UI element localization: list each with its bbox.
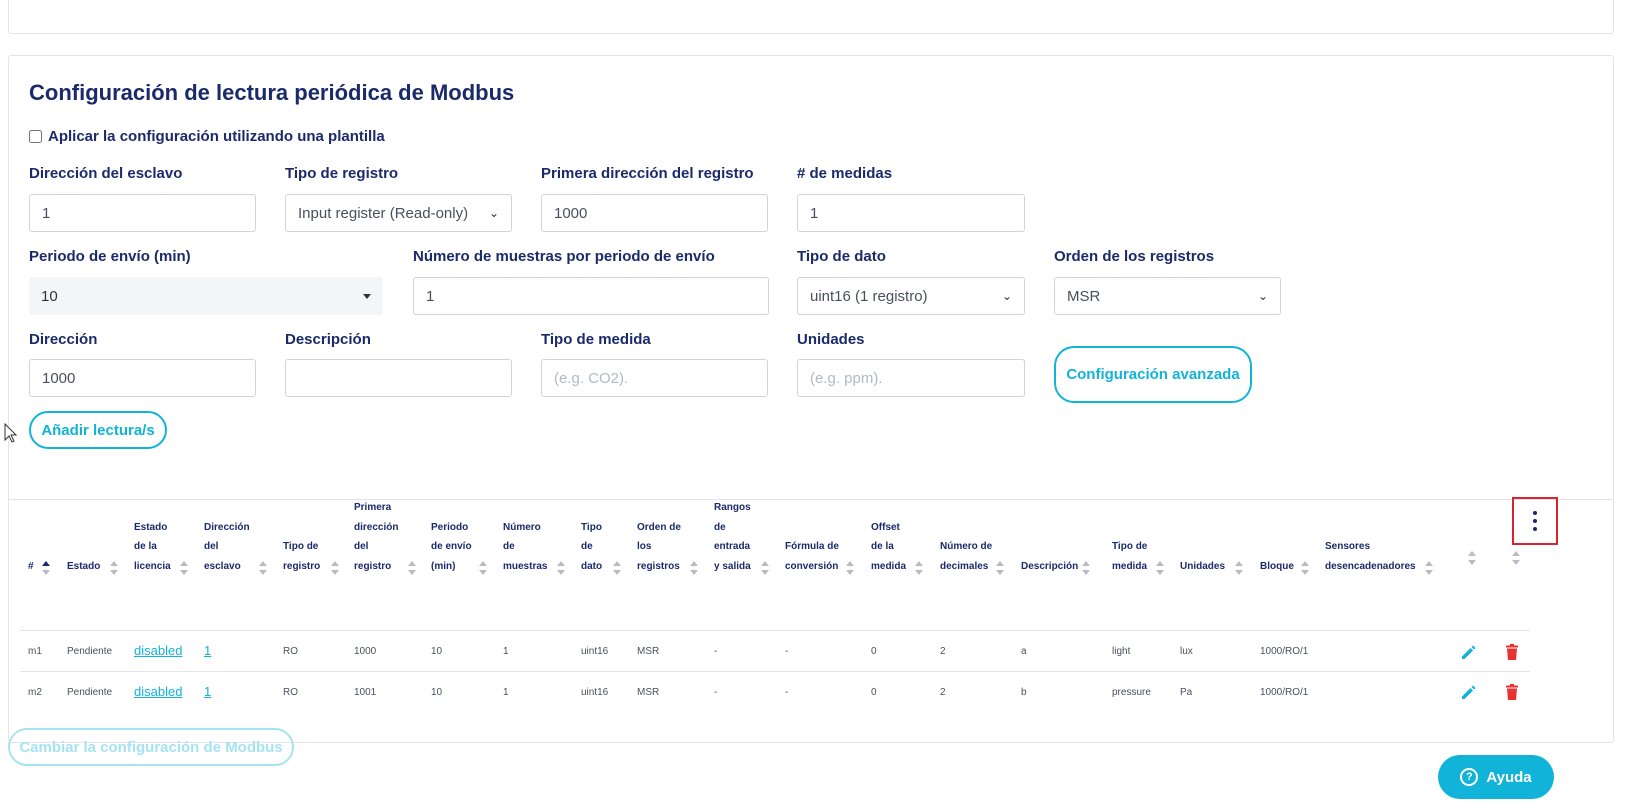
data-type-label: Tipo de dato bbox=[797, 248, 886, 265]
chevron-down-icon: ⌄ bbox=[1257, 289, 1268, 303]
page-title: Configuración de lectura periódica de Mo… bbox=[29, 80, 515, 105]
caret-down-icon bbox=[363, 293, 371, 299]
help-icon: ? bbox=[1460, 768, 1479, 786]
first-register-label: Primera dirección del registro bbox=[541, 165, 754, 182]
license-link[interactable]: disabled bbox=[134, 643, 182, 658]
register-order-value: MSR bbox=[1067, 287, 1101, 305]
add-reading-button[interactable]: Añadir lectura/s bbox=[29, 411, 167, 449]
units-input[interactable] bbox=[797, 359, 1025, 397]
help-button[interactable]: ? Ayuda bbox=[1438, 755, 1554, 799]
template-checkbox[interactable] bbox=[29, 130, 42, 143]
chevron-down-icon: ⌄ bbox=[1001, 289, 1012, 303]
register-type-value: Input register (Read-only) bbox=[298, 204, 469, 222]
description-label: Descripción bbox=[285, 331, 371, 348]
slave-link[interactable]: 1 bbox=[204, 643, 211, 658]
send-period-select[interactable]: 10 bbox=[29, 277, 383, 315]
first-register-input[interactable] bbox=[541, 194, 768, 232]
description-input[interactable] bbox=[285, 359, 512, 397]
register-type-label: Tipo de registro bbox=[285, 165, 399, 182]
num-measures-input[interactable] bbox=[797, 194, 1025, 232]
measure-type-label: Tipo de medida bbox=[541, 331, 651, 348]
register-order-label: Orden de los registros bbox=[1054, 248, 1215, 265]
samples-label: Número de muestras por periodo de envío bbox=[413, 248, 715, 265]
num-measures-label: # de medidas bbox=[797, 165, 893, 182]
help-label: Ayuda bbox=[1486, 768, 1532, 786]
send-period-label: Periodo de envío (min) bbox=[29, 248, 191, 265]
data-type-select[interactable]: uint16 (1 registro) ⌄ bbox=[797, 277, 1025, 315]
slave-address-input[interactable] bbox=[29, 194, 256, 232]
license-link[interactable]: disabled bbox=[134, 684, 182, 699]
change-config-button[interactable]: Cambiar la configuración de Modbus bbox=[8, 728, 294, 766]
template-option[interactable]: Aplicar la configuración utilizando una … bbox=[29, 128, 385, 145]
previous-card bbox=[8, 0, 1614, 34]
trash-icon[interactable] bbox=[1503, 643, 1521, 661]
address-label: Dirección bbox=[29, 331, 98, 348]
register-order-select[interactable]: MSR ⌄ bbox=[1054, 277, 1281, 315]
samples-input[interactable] bbox=[413, 277, 769, 315]
units-label: Unidades bbox=[797, 331, 865, 348]
send-period-value: 10 bbox=[41, 287, 58, 305]
modbus-config-card: Configuración de lectura periódica de Mo… bbox=[8, 55, 1614, 743]
template-label: Aplicar la configuración utilizando una … bbox=[48, 128, 385, 145]
slave-link[interactable]: 1 bbox=[204, 684, 211, 699]
address-input[interactable] bbox=[29, 359, 256, 397]
edit-icon[interactable] bbox=[1460, 683, 1478, 701]
mouse-cursor-icon bbox=[4, 423, 18, 443]
chevron-down-icon: ⌄ bbox=[488, 206, 499, 220]
more-options-icon[interactable] bbox=[1512, 497, 1558, 545]
trash-icon[interactable] bbox=[1503, 683, 1521, 701]
edit-icon[interactable] bbox=[1460, 643, 1478, 661]
register-type-select[interactable]: Input register (Read-only) ⌄ bbox=[285, 194, 512, 232]
data-type-value: uint16 (1 registro) bbox=[810, 287, 928, 305]
measure-type-input[interactable] bbox=[541, 359, 768, 397]
advanced-config-button[interactable]: Configuración avanzada bbox=[1054, 346, 1252, 403]
divider bbox=[9, 499, 1613, 500]
slave-address-label: Dirección del esclavo bbox=[29, 165, 183, 182]
